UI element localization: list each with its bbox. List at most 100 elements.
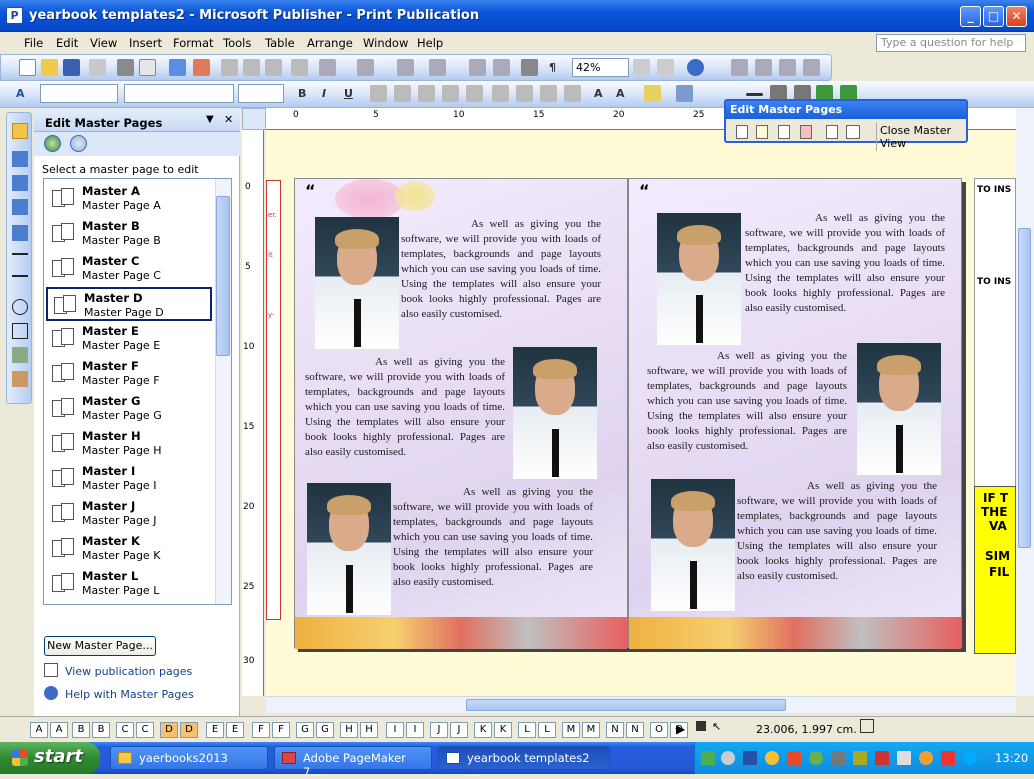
menu-help[interactable]: Help — [417, 36, 443, 50]
menu-insert[interactable]: Insert — [129, 36, 162, 50]
font-size-select[interactable] — [238, 84, 284, 103]
undo-icon[interactable] — [319, 59, 336, 76]
redo-icon[interactable] — [357, 59, 374, 76]
list-item-selected[interactable]: Master D Master Page D — [46, 287, 212, 321]
next-frame-icon[interactable] — [803, 59, 820, 76]
list-scroll-thumb[interactable] — [216, 196, 230, 356]
page-tab[interactable]: A — [30, 722, 48, 738]
tray-network-icon[interactable] — [701, 751, 715, 765]
font-select[interactable] — [124, 84, 234, 103]
maximize-button[interactable]: □ — [983, 6, 1004, 27]
page-tab[interactable]: E — [226, 722, 244, 738]
unlink-icon[interactable] — [755, 59, 772, 76]
tray-app-icon[interactable] — [765, 751, 779, 765]
arrow-tool-icon[interactable] — [12, 275, 28, 277]
zoom-out-icon[interactable] — [633, 59, 650, 76]
align-left-icon[interactable] — [370, 85, 387, 102]
task-pane-menu-icon[interactable]: ▼ — [206, 114, 214, 125]
spelling-icon[interactable] — [169, 59, 186, 76]
page-tab-active[interactable]: D — [180, 722, 198, 738]
page-tab[interactable]: E — [206, 722, 224, 738]
align-right-icon[interactable] — [418, 85, 435, 102]
rectangle-tool-icon[interactable] — [12, 323, 28, 339]
text-box-link-icon[interactable] — [779, 59, 796, 76]
text-box-icon[interactable] — [12, 151, 28, 167]
rotate-icon[interactable] — [429, 59, 446, 76]
tray-search-icon[interactable] — [963, 751, 977, 765]
delete-master-icon[interactable] — [800, 125, 812, 139]
line-tool-icon[interactable] — [12, 253, 28, 255]
two-page-master-icon[interactable] — [846, 125, 860, 139]
page-tab[interactable]: K — [474, 722, 492, 738]
hyperlink-icon[interactable] — [731, 59, 748, 76]
menu-table[interactable]: Table — [265, 36, 295, 50]
justify-icon[interactable] — [442, 85, 459, 102]
ruler-corner[interactable] — [242, 108, 266, 130]
page-tab[interactable]: I — [406, 722, 424, 738]
page-tab[interactable]: L — [538, 722, 556, 738]
student-photo[interactable] — [857, 343, 941, 475]
page-tab[interactable]: L — [518, 722, 536, 738]
list-item[interactable]: Master I Master Page I — [46, 462, 212, 496]
page-tab[interactable]: J — [450, 722, 468, 738]
single-page-icon[interactable] — [826, 125, 838, 139]
page-tab[interactable]: G — [316, 722, 334, 738]
paste-icon[interactable] — [265, 59, 282, 76]
fill-color-icon[interactable] — [644, 85, 661, 102]
page-tab[interactable]: B — [92, 722, 110, 738]
menu-tools[interactable]: Tools — [223, 36, 251, 50]
format-painter-icon[interactable] — [291, 59, 308, 76]
list-item[interactable]: Master G Master Page G — [46, 392, 212, 426]
student-photo[interactable] — [307, 483, 391, 615]
menu-view[interactable]: View — [90, 36, 117, 50]
list-item[interactable]: Master K Master Page K — [46, 532, 212, 566]
page-tab-active[interactable]: D — [160, 722, 178, 738]
view-publication-pages-link[interactable]: View publication pages — [65, 665, 192, 678]
tray-alert-icon[interactable] — [875, 751, 889, 765]
taskbar-item-publisher[interactable]: yearbook templates2 ... — [438, 746, 610, 779]
student-photo[interactable] — [315, 217, 399, 349]
page-tab[interactable]: H — [360, 722, 378, 738]
menu-window[interactable]: Window — [363, 36, 408, 50]
body-text[interactable]: As well as giving you the software, we w… — [647, 349, 847, 454]
master-page-right[interactable]: “ As well as giving you the software, we… — [628, 178, 962, 649]
cut-icon[interactable] — [221, 59, 238, 76]
tray-security-icon[interactable] — [743, 751, 757, 765]
page-tab[interactable]: A — [50, 722, 68, 738]
tray-update-icon[interactable] — [787, 751, 801, 765]
body-text[interactable]: As well as giving you the software, we w… — [393, 485, 593, 590]
menu-file[interactable]: File — [24, 36, 43, 50]
floating-toolbar-title[interactable]: Edit Master Pages — [726, 101, 966, 119]
styles-icon[interactable]: A — [16, 87, 25, 100]
increase-indent-icon[interactable] — [564, 85, 581, 102]
help-master-pages-link[interactable]: Help with Master Pages — [65, 688, 194, 701]
page-tab[interactable]: F — [252, 722, 270, 738]
increase-font-icon[interactable]: A — [616, 87, 625, 100]
page-tab[interactable]: O — [650, 722, 668, 738]
line-spacing-icon[interactable] — [466, 85, 483, 102]
page-tab[interactable]: N — [626, 722, 644, 738]
tray-usb-icon[interactable] — [831, 751, 845, 765]
tray-messenger-icon[interactable] — [919, 751, 933, 765]
decrease-indent-icon[interactable] — [540, 85, 557, 102]
print-icon[interactable] — [117, 59, 134, 76]
underline-button[interactable]: U — [344, 87, 353, 100]
student-photo[interactable] — [513, 347, 597, 479]
page-tab[interactable]: N — [606, 722, 624, 738]
student-photo[interactable] — [651, 479, 735, 611]
list-item[interactable]: Master L Master Page L — [46, 567, 212, 601]
save-icon[interactable] — [63, 59, 80, 76]
horizontal-scroll-thumb[interactable] — [466, 699, 786, 711]
autoshapes-icon[interactable] — [12, 347, 28, 363]
design-gallery-icon[interactable] — [12, 371, 28, 387]
duplicate-master-icon[interactable] — [756, 125, 768, 139]
student-photo[interactable] — [657, 213, 741, 345]
menu-format[interactable]: Format — [173, 36, 214, 50]
insert-table-icon[interactable] — [12, 175, 28, 191]
help-icon[interactable] — [687, 59, 704, 76]
tray-media-icon[interactable] — [941, 751, 955, 765]
copy-icon[interactable] — [243, 59, 260, 76]
list-item[interactable]: Master H Master Page H — [46, 427, 212, 461]
taskbar-item-pagemaker[interactable]: Adobe PageMaker 7.... — [274, 746, 432, 779]
menu-edit[interactable]: Edit — [56, 36, 78, 50]
